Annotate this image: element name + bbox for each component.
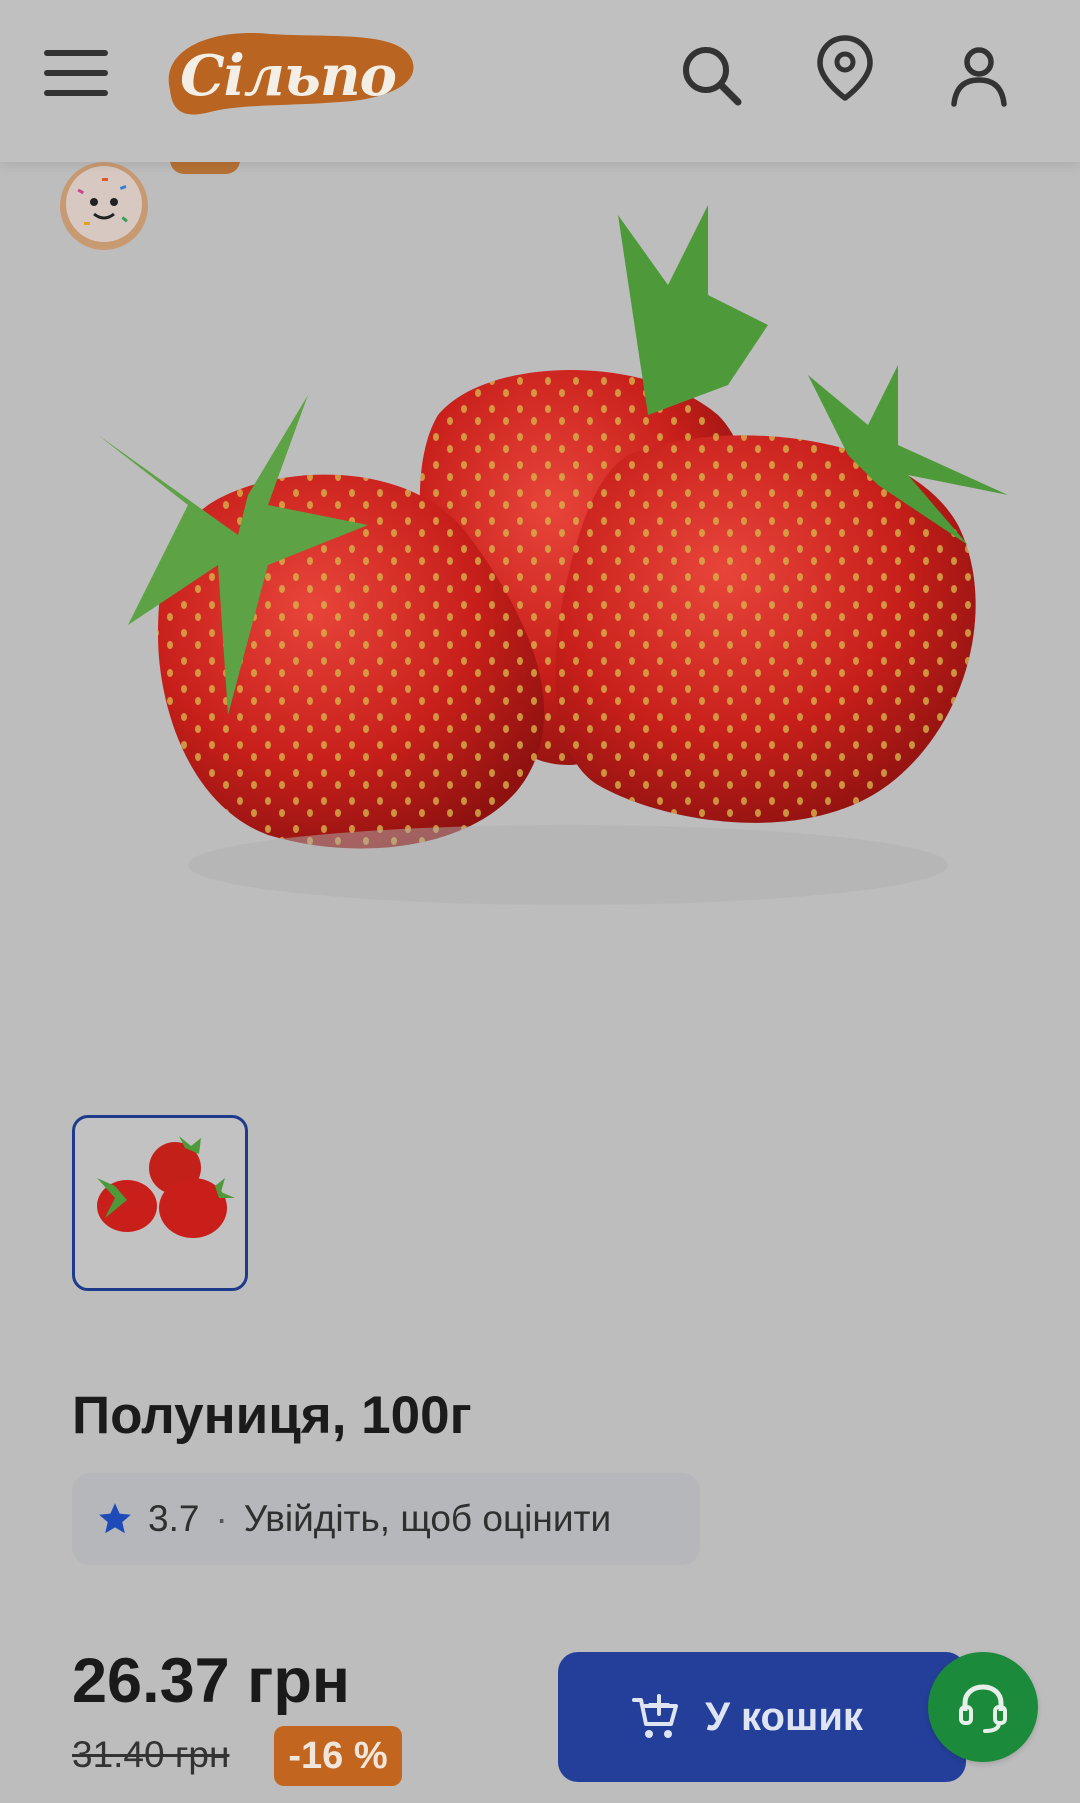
product-image[interactable] <box>8 205 1072 1045</box>
current-price: 26.37 грн <box>72 1646 350 1716</box>
discount-badge: -16 % <box>274 1726 402 1786</box>
header: Сільпо <box>0 0 1080 162</box>
menu-icon[interactable] <box>44 50 108 102</box>
category-chip <box>170 160 240 174</box>
location-pin-icon[interactable] <box>810 32 880 102</box>
rating-separator: · <box>215 1498 228 1539</box>
star-icon <box>99 1503 131 1534</box>
headset-icon <box>959 1684 1007 1733</box>
old-price: 31.40 грн <box>72 1734 230 1775</box>
product-thumbnail[interactable] <box>72 1115 248 1291</box>
product-title: Полуниця, 100г <box>72 1386 472 1445</box>
cart-add-icon <box>632 1694 679 1738</box>
user-icon[interactable] <box>944 40 1014 110</box>
add-to-cart-button[interactable]: У кошик <box>558 1652 966 1782</box>
support-chat-button[interactable] <box>928 1652 1038 1762</box>
login-to-rate-link[interactable]: Увійдіть, щоб оцінити <box>244 1498 611 1540</box>
category-strip <box>8 162 1072 210</box>
mascot-icon <box>58 160 150 252</box>
logo-text: Сільпо <box>180 43 397 109</box>
search-icon[interactable] <box>676 40 746 110</box>
rating-value: 3.7 <box>148 1498 200 1539</box>
logo[interactable]: Сільпо <box>150 20 420 132</box>
rating-chip[interactable]: 3.7 · Увійдіть, щоб оцінити <box>72 1473 700 1565</box>
product-page: Сільпо Полуниця, 100г 3.7 · Увійдіть, що… <box>0 0 1080 1803</box>
add-to-cart-label: У кошик <box>705 1694 863 1739</box>
